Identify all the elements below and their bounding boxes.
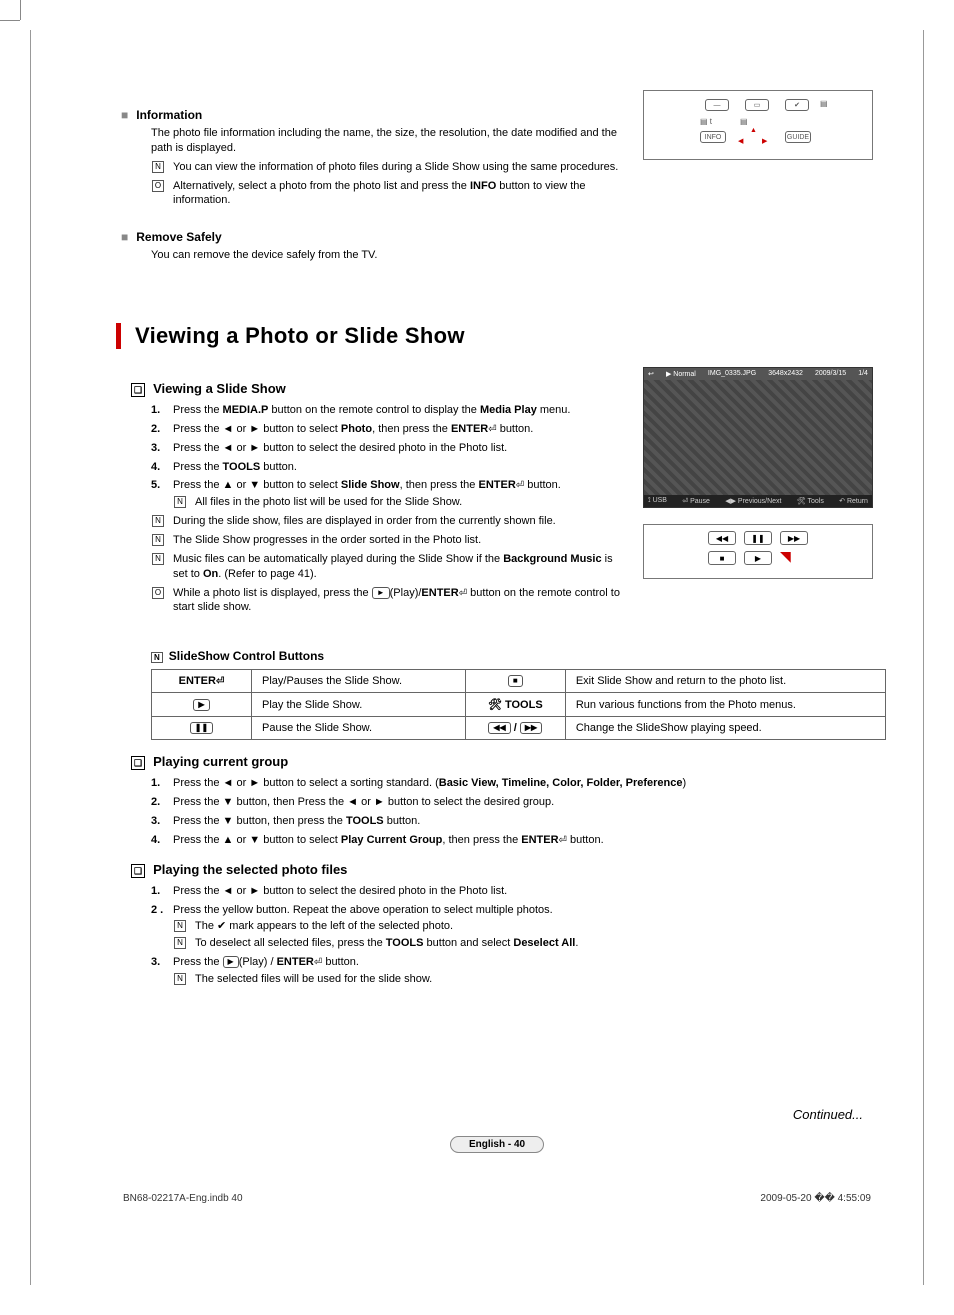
page-number: English - 40 <box>121 1136 873 1153</box>
slide-step-5: 5.Press the ▲ or ▼ button to select Slid… <box>151 478 623 510</box>
slide-step-1: 1.Press the MEDIA.P button on the remote… <box>151 403 623 418</box>
remote-dpad: ▲ ◀ ▶ <box>736 127 776 153</box>
heading-playing-current-group: ❏Playing current group <box>131 754 873 770</box>
slide-step-2: 2.Press the ◄ or ► button to select Phot… <box>151 422 623 437</box>
table-row: ENTER⏎ Play/Pauses the Slide Show. ■ Exi… <box>152 670 886 693</box>
slide-note-4: OWhile a photo list is displayed, press … <box>151 586 623 616</box>
selected-step-3: 3.Press the ▶(Play) / ENTER⏎ button. NTh… <box>151 955 873 987</box>
play-icon: ▶ <box>744 551 772 565</box>
footer: BN68-02217A-Eng.indb 40 2009-05-20 �� 4:… <box>121 1193 873 1204</box>
pause-icon: ❚❚ <box>744 531 772 545</box>
info-note-1: N You can view the information of photo … <box>151 160 623 175</box>
info-note-2: O Alternatively, select a photo from the… <box>151 179 623 209</box>
group-step-3: 3.Press the ▼ button, then press the TOO… <box>151 814 873 829</box>
photo-preview: ↩ ▶ Normal IMG_0335.JPG 3648x2432 2009/3… <box>643 367 873 508</box>
stop-icon: ■ <box>708 551 736 565</box>
selected-step-2: 2 .Press the yellow button. Repeat the a… <box>151 903 873 952</box>
control-buttons-heading: NSlideShow Control Buttons <box>151 649 873 663</box>
remote-diagram: — ▭ ✔ ▤ ▤ t ▤ INFO GUIDE ▲ ◀ ▶ <box>643 90 873 160</box>
remove-desc: You can remove the device safely from th… <box>151 248 873 263</box>
pause-icon: ❚❚ <box>190 722 213 734</box>
group-step-4: 4.Press the ▲ or ▼ button to select Play… <box>151 833 873 848</box>
check-icon: ✔ <box>217 920 226 932</box>
slide-note-1: NDuring the slide show, files are displa… <box>151 514 623 529</box>
slide-note-3: NMusic files can be automatically played… <box>151 552 623 582</box>
rewind-icon: ◀◀ <box>488 722 510 734</box>
heading-information: ■Information <box>121 108 623 122</box>
remote-guide-button: GUIDE <box>785 131 811 143</box>
rewind-icon: ◀◀ <box>708 531 736 545</box>
table-row: ❚❚ Pause the Slide Show. ◀◀ / ▶▶ Change … <box>152 717 886 740</box>
play-icon: ▶ <box>193 699 209 711</box>
fastforward-icon: ▶▶ <box>780 531 808 545</box>
fastforward-icon: ▶▶ <box>520 722 542 734</box>
slide-step-3: 3.Press the ◄ or ► button to select the … <box>151 441 623 456</box>
slide-step-4: 4.Press the TOOLS button. <box>151 460 623 475</box>
control-buttons-table: ENTER⏎ Play/Pauses the Slide Show. ■ Exi… <box>151 669 886 740</box>
table-row: ▶ Play the Slide Show. 🛠 TOOLS Run vario… <box>152 693 886 717</box>
selected-step-1: 1.Press the ◄ or ► button to select the … <box>151 884 873 899</box>
tools-icon: 🛠 <box>488 699 502 711</box>
slideshow-controls-diagram: ◀◀ ❚❚ ▶▶ ■ ▶ ◥ <box>643 524 873 579</box>
back-icon: ↩ <box>648 370 654 378</box>
stop-icon: ■ <box>508 675 523 687</box>
heading-remove-safely: ■Remove Safely <box>121 230 873 244</box>
heading-playing-selected: ❏Playing the selected photo files <box>131 862 873 878</box>
group-step-1: 1.Press the ◄ or ► button to select a so… <box>151 776 873 791</box>
continued-label: Continued... <box>121 1107 863 1122</box>
group-step-2: 2.Press the ▼ button, then Press the ◄ o… <box>151 795 873 810</box>
info-desc: The photo file information including the… <box>151 126 623 156</box>
remote-info-button: INFO <box>700 131 726 143</box>
section-title: Viewing a Photo or Slide Show <box>116 323 873 349</box>
heading-viewing-slideshow: ❏Viewing a Slide Show <box>131 381 623 397</box>
slide-note-2: NThe Slide Show progresses in the order … <box>151 533 623 548</box>
